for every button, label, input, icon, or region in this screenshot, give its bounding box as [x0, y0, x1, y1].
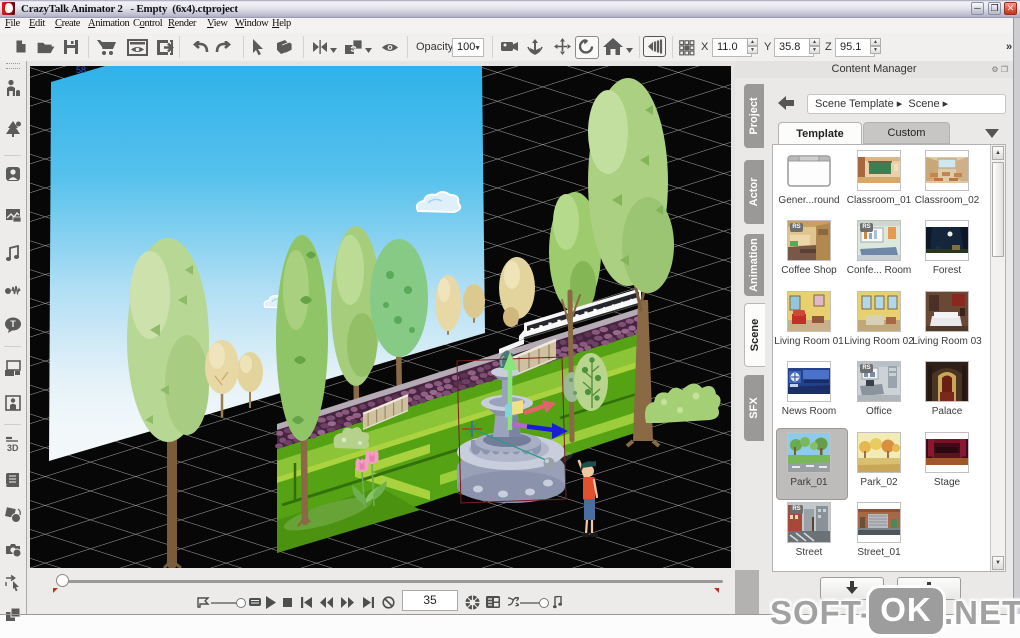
- svg-text:T: T: [10, 319, 16, 329]
- svg-text:58: 58: [76, 66, 86, 75]
- svg-text:3D: 3D: [7, 443, 19, 453]
